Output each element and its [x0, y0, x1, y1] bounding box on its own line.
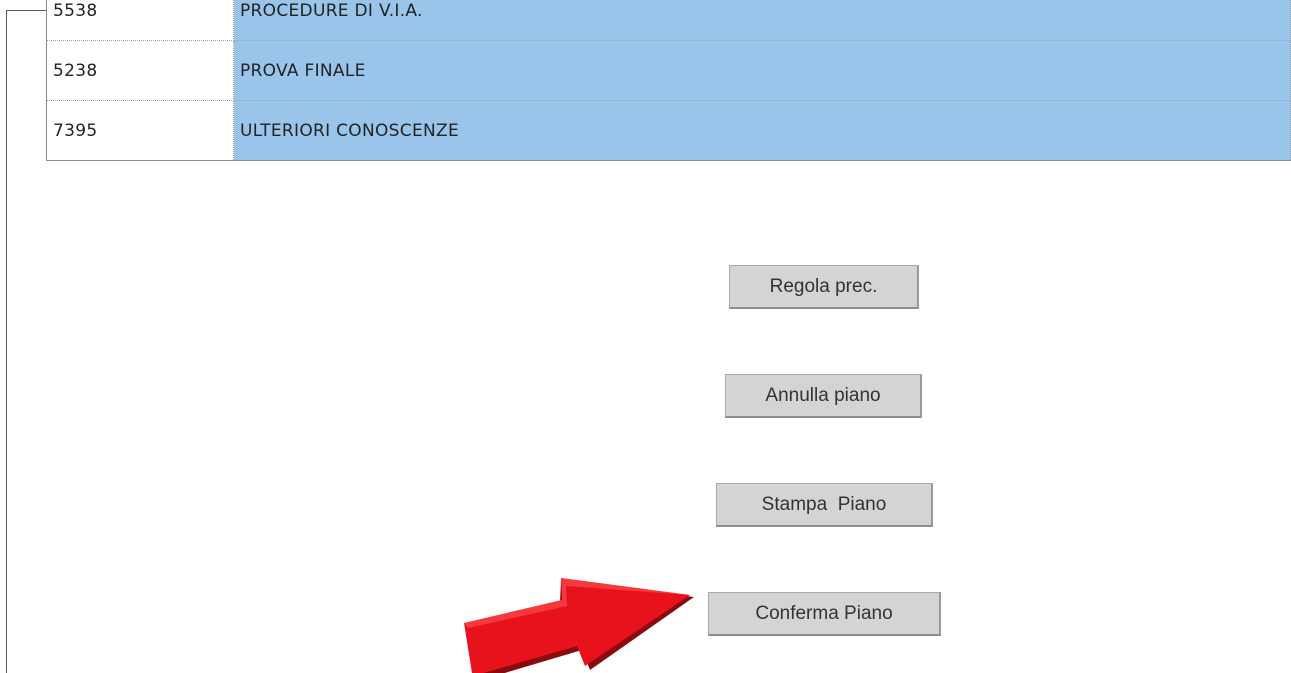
page: 5538 PROCEDURE DI V.I.A. 5238 PROVA FINA…	[0, 0, 1291, 673]
annulla-piano-button[interactable]: Annulla piano	[725, 374, 922, 418]
course-code: 7395	[46, 100, 234, 161]
course-name: PROVA FINALE	[233, 40, 1291, 101]
course-table: 5538 PROCEDURE DI V.I.A. 5238 PROVA FINA…	[46, 0, 1291, 161]
course-name: PROCEDURE DI V.I.A.	[233, 0, 1291, 41]
stampa-piano-button[interactable]: Stampa Piano	[716, 483, 933, 527]
table-row: 5538 PROCEDURE DI V.I.A.	[46, 0, 1291, 41]
table-row: 7395 ULTERIORI CONOSCENZE	[46, 100, 1291, 161]
course-table-wrapper: 5538 PROCEDURE DI V.I.A. 5238 PROVA FINA…	[46, 0, 1291, 161]
course-name: ULTERIORI CONOSCENZE	[233, 100, 1291, 161]
regola-prec-button[interactable]: Regola prec.	[729, 265, 919, 309]
conferma-piano-button[interactable]: Conferma Piano	[708, 592, 941, 636]
red-arrow-icon	[464, 578, 694, 673]
table-row: 5238 PROVA FINALE	[46, 40, 1291, 101]
course-code: 5238	[46, 40, 234, 101]
course-code: 5538	[46, 0, 234, 41]
